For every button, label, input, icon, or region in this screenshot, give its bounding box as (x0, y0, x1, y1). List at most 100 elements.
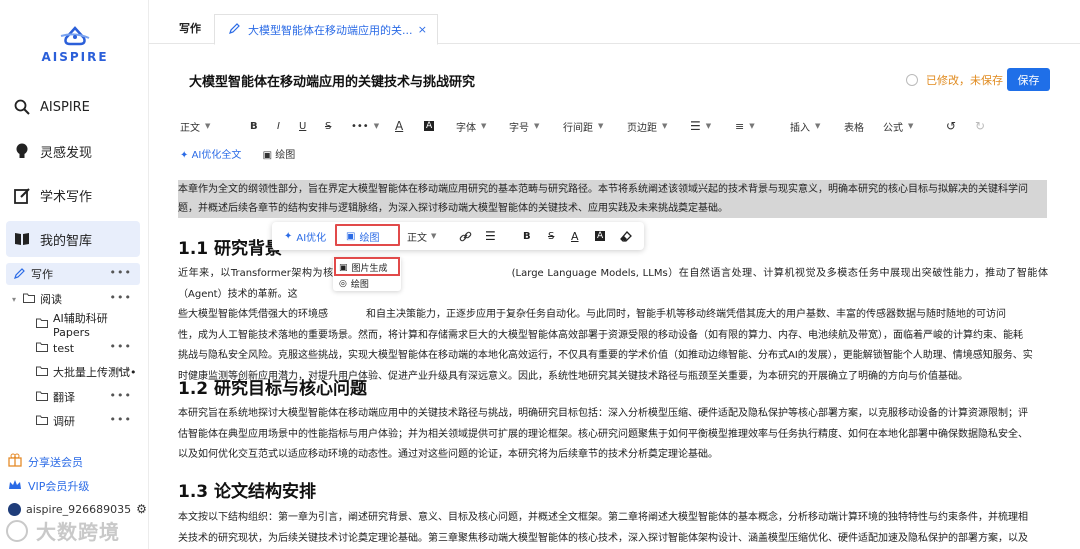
document-title[interactable]: 大模型智能体在移动端应用的关键技术与挑战研究 (189, 71, 475, 90)
nav-label: 灵感发现 (40, 145, 93, 161)
tree-item-test[interactable]: test ••• (6, 337, 140, 359)
eraser-icon[interactable] (620, 222, 632, 250)
chevron-down-icon: ▼ (534, 122, 540, 130)
nav-label: AISPIRE (40, 99, 90, 115)
watermark-text: 大数跨境 (36, 520, 120, 544)
margin-select[interactable]: 页边距 ▼ (627, 117, 667, 135)
redo-icon[interactable]: ↻ (975, 117, 985, 135)
chevron-down-icon: ▼ (815, 122, 821, 130)
share-link[interactable]: 分享送会员 (8, 453, 83, 470)
chevron-down-icon[interactable]: ▾ (9, 295, 19, 304)
paragraph-line: 本文按以下结构组织：第一章为引言，阐述研究背景、意义、目标及核心问题，并概述全文… (178, 512, 1028, 523)
nav-label: 我的智库 (40, 233, 93, 249)
tree-item-bulk-upload[interactable]: 大批量上传测试• ••• (6, 361, 140, 383)
intro-line: 题，并概述后续各章节的结构安排与逻辑脉络，为深入探讨移动端大模型智能体的关键技术… (178, 203, 728, 214)
line-height-label: 行间距 (563, 122, 593, 134)
paragraph-style-select[interactable]: 正文 ▼ (407, 222, 436, 250)
draw-item[interactable]: ◎ 绘图 (339, 277, 369, 291)
paragraph-style-label: 正文 (407, 232, 427, 244)
intro-line: 本章作为全文的纲领性部分，旨在界定大模型智能体在移动端应用研究的基本范畴与研究路… (178, 184, 1028, 195)
more-icon[interactable]: ••• (110, 389, 132, 402)
sparkle-icon: ✦ (284, 230, 293, 242)
folder-icon (36, 318, 48, 330)
tree-item-reading[interactable]: ▾ 阅读 ••• (6, 288, 140, 310)
ai-optimize-all-button[interactable]: ✦ AI优化全文 (180, 150, 245, 161)
tree-item-translate[interactable]: 翻译 ••• (6, 386, 140, 408)
line-height-select[interactable]: 行间距 ▼ (563, 117, 603, 135)
chevron-down-icon: ▼ (598, 122, 604, 130)
more-icon[interactable]: ••• (110, 291, 132, 304)
nav-aispire[interactable]: AISPIRE (6, 89, 140, 125)
font-color-button[interactable]: A (571, 222, 579, 250)
chevron-down-icon: ▼ (705, 122, 712, 130)
logo[interactable]: AISPIRE (40, 26, 110, 64)
font-size-select[interactable]: 字号 ▼ (509, 117, 539, 135)
more-icon[interactable]: ••• (110, 413, 132, 426)
more-icon[interactable]: ••• (110, 340, 132, 353)
ai-optimize-button[interactable]: ✦ AI优化 (284, 222, 326, 250)
font-color-button[interactable]: A (395, 117, 403, 135)
paragraph-1-2[interactable]: 本研究旨在系统地探讨大模型智能体在移动端应用中的关键技术路径与挑战，明确研究目标… (178, 404, 1048, 466)
table-button[interactable]: 表格 (844, 117, 864, 135)
ai-optimize-label: AI优化 (296, 232, 327, 244)
image-generation-highlight (334, 257, 400, 276)
tree-item-survey[interactable]: 调研 ••• (6, 410, 140, 432)
close-icon[interactable]: × (418, 23, 427, 36)
tab-writing[interactable]: 写作 (179, 20, 201, 36)
strikethrough-button[interactable]: S (548, 222, 554, 250)
link-icon[interactable] (459, 222, 472, 250)
paragraph-line: 以及如何优化交互范式以适应移动环境的动态性。通过对这些问题的论证，本研究将为后续… (178, 449, 718, 460)
secondary-toolbar: ✦ AI优化全文 ▣ 绘图 (180, 146, 295, 161)
paragraph-line: 近年来，以Transformer架构为核 (Large Language Mode… (178, 268, 1048, 300)
folder-icon (36, 366, 48, 378)
bg-color-button[interactable]: A (595, 222, 606, 250)
more-format-select[interactable]: ••• ▼ (351, 117, 379, 135)
bg-color-button[interactable]: A (424, 117, 435, 135)
formula-select[interactable]: 公式 ▼ (883, 117, 913, 135)
draw-label: 绘图 (275, 150, 296, 161)
undo-icon[interactable]: ↺ (946, 117, 956, 135)
draw-button[interactable]: ▣ 绘图 (263, 150, 296, 161)
vip-upgrade-link[interactable]: VIP会员升级 (8, 478, 89, 494)
palette-icon: ◎ (339, 278, 347, 289)
more-icon[interactable]: ••• (110, 266, 132, 279)
tree-item-ai-papers[interactable]: AI辅助科研Papers (6, 312, 140, 339)
nav-inspiration[interactable]: 灵感发现 (6, 133, 140, 169)
gear-icon[interactable]: ⚙ (136, 502, 147, 516)
paragraph-style-select[interactable]: 正文 ▼ (180, 117, 210, 135)
italic-button[interactable]: I (277, 117, 280, 135)
sidebar: AISPIRE AISPIRE 灵感发现 学术写作 我的智库 写作 ••• ▾ … (0, 0, 149, 549)
save-button[interactable]: 保存 (1007, 68, 1050, 91)
nav-academic-writing[interactable]: 学术写作 (6, 177, 140, 213)
paragraph-1-1[interactable]: 近年来，以Transformer架构为核 (Large Language Mode… (178, 264, 1048, 387)
align-select[interactable]: ≡ ▼ (735, 117, 755, 135)
intro-paragraph[interactable]: 本章作为全文的纲领性部分，旨在界定大模型智能体在移动端应用研究的基本范畴与研究路… (178, 180, 1048, 218)
tab-active-document[interactable]: 大模型智能体在移动端应用的关... × (214, 14, 438, 45)
list-icon[interactable]: ☰ (485, 222, 496, 250)
insert-select[interactable]: 插入 ▼ (790, 117, 820, 135)
bold-button[interactable]: B (523, 222, 531, 250)
tree-item-writing[interactable]: 写作 ••• (6, 263, 140, 285)
font-family-select[interactable]: 字体 ▼ (456, 117, 486, 135)
heading-1-1[interactable]: 1.1 研究背景 (178, 234, 282, 259)
heading-1-3[interactable]: 1.3 论文结构安排 (178, 477, 316, 502)
logo-text: AISPIRE (41, 50, 109, 64)
more-icon[interactable]: ••• (110, 364, 132, 377)
folder-icon (36, 342, 48, 354)
list-icon: ☰ (690, 119, 701, 133)
nav-my-library[interactable]: 我的智库 (6, 221, 140, 257)
user-row[interactable]: aispire_926689035 ⚙ (8, 502, 147, 516)
paragraph-1-3[interactable]: 本文按以下结构组织：第一章为引言，阐述研究背景、意义、目标及核心问题，并概述全文… (178, 508, 1048, 549)
list-select[interactable]: ☰ ▼ (690, 117, 711, 135)
logo-icon (60, 26, 90, 46)
share-label: 分享送会员 (28, 455, 83, 469)
margin-label: 页边距 (627, 122, 657, 134)
heading-1-2[interactable]: 1.2 研究目标与核心问题 (178, 374, 367, 399)
username: aispire_926689035 (26, 502, 132, 516)
underline-button[interactable]: U (299, 117, 306, 135)
formula-label: 公式 (883, 122, 903, 134)
strikethrough-button[interactable]: S (325, 117, 331, 135)
paragraph-line: 挑战与隐私安全风险。克服这些挑战，实现大模型智能体在移动端的本地化高效运行，不仅… (178, 350, 1033, 361)
tree-label: AI辅助科研Papers (53, 311, 108, 339)
bold-button[interactable]: B (250, 117, 258, 135)
